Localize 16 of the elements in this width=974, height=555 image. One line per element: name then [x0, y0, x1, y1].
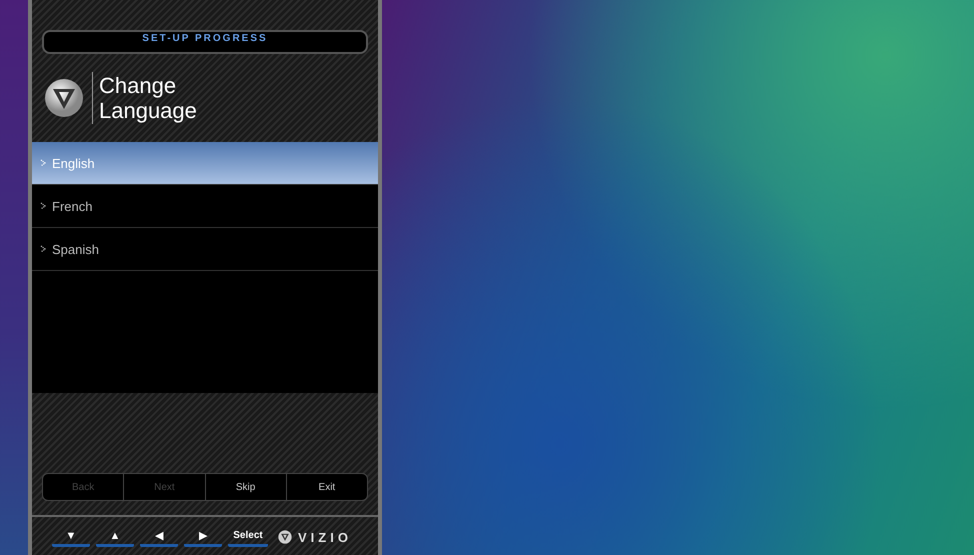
nav-button[interactable]: Skip: [206, 474, 287, 500]
brand-wordmark: VIZIO: [298, 530, 352, 544]
remote-key-button[interactable]: ▲: [96, 527, 134, 547]
language-option[interactable]: French: [32, 185, 378, 228]
chevron-icon: [40, 245, 46, 253]
remote-key-button[interactable]: ▼: [52, 527, 90, 547]
v-logo-icon: [278, 530, 292, 544]
chevron-icon: [40, 159, 46, 167]
chevron-icon: [40, 202, 46, 210]
setup-progress-label: SET-UP PROGRESS: [142, 33, 268, 44]
screen-title: Change Language: [99, 73, 198, 123]
remote-key-button[interactable]: ◀: [140, 527, 178, 547]
remote-key-button[interactable]: ▶: [184, 527, 222, 547]
nav-button[interactable]: Exit: [286, 474, 367, 500]
v-logo-icon: [44, 78, 84, 118]
remote-key-button[interactable]: Select: [228, 527, 268, 547]
